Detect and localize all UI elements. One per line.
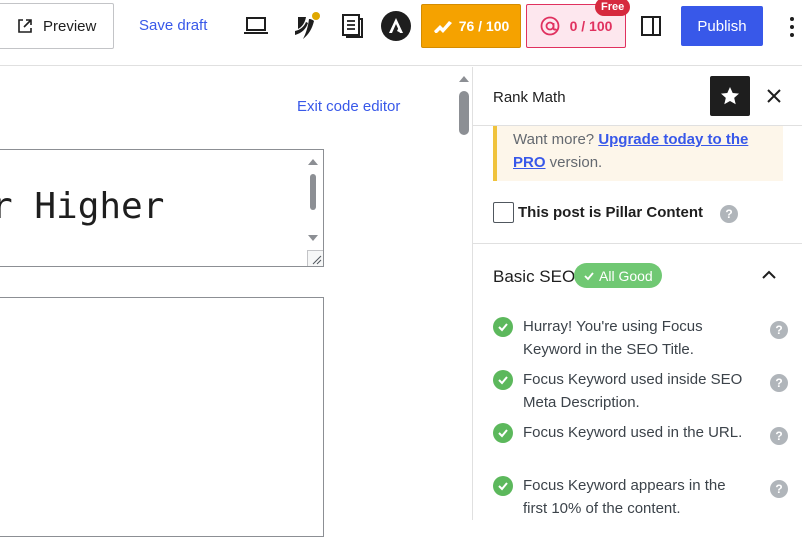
close-icon — [767, 89, 781, 103]
check-icon — [493, 423, 513, 443]
all-good-badge: All Good — [574, 263, 662, 288]
rank-math-score-button[interactable]: 76 / 100 — [421, 4, 521, 48]
resize-handle[interactable] — [307, 250, 323, 266]
sidebar-title: Rank Math — [493, 89, 566, 106]
seo-score: 76 / 100 — [458, 18, 510, 34]
help-icon[interactable]: ? — [770, 374, 788, 392]
post-title-text: r Higher — [0, 186, 165, 227]
rank-math-icon — [433, 21, 452, 33]
upgrade-notice: Want more? Upgrade today to the PRO vers… — [493, 126, 783, 181]
free-badge: Free — [595, 0, 631, 16]
help-icon[interactable]: ? — [770, 480, 788, 498]
code-editor-area: Exit code editor r Higher — [0, 67, 472, 537]
pillar-content-row: This post is Pillar Content — [493, 200, 783, 224]
preview-label: Preview — [43, 17, 97, 35]
close-sidebar-button[interactable] — [762, 84, 786, 108]
star-icon — [721, 87, 739, 105]
sidebar-header: Rank Math — [473, 67, 802, 126]
check-item-text: Focus Keyword used in the URL. — [523, 424, 743, 441]
check-item-text: Focus Keyword used inside SEO Meta Descr… — [523, 371, 743, 411]
yoast-icon[interactable] — [290, 11, 322, 43]
document-icon[interactable] — [338, 12, 366, 40]
editor-toolbar: Preview Save draft 76 / 100 0 / 100 Free… — [0, 0, 802, 66]
publish-button[interactable]: Publish — [681, 6, 763, 46]
divider — [473, 243, 802, 244]
external-link-icon — [18, 19, 32, 33]
title-scrollbar[interactable] — [307, 154, 319, 262]
kebab-icon[interactable] — [786, 15, 798, 39]
pillar-content-label: This post is Pillar Content — [518, 203, 704, 221]
help-icon[interactable]: ? — [770, 427, 788, 445]
help-icon[interactable]: ? — [770, 321, 788, 339]
laptop-icon[interactable] — [242, 14, 270, 38]
content-ai-icon — [540, 16, 559, 36]
help-icon[interactable]: ? — [720, 205, 738, 223]
content-ai-score: 0 / 100 — [569, 18, 613, 34]
preview-button[interactable]: Preview — [0, 3, 114, 49]
basic-seo-title[interactable]: Basic SEO — [493, 267, 575, 287]
check-icon — [493, 317, 513, 337]
chevron-up-icon[interactable] — [761, 267, 777, 283]
post-content-textarea[interactable] — [0, 297, 324, 537]
notice-prefix: Want more? — [513, 131, 599, 148]
post-title-textarea[interactable]: r Higher — [0, 149, 324, 267]
check-icon — [493, 370, 513, 390]
astra-icon[interactable] — [380, 10, 412, 42]
all-good-label: All Good — [599, 267, 653, 284]
save-draft-button[interactable]: Save draft — [139, 17, 207, 34]
exit-code-editor-button[interactable]: Exit code editor — [297, 98, 400, 115]
check-icon — [584, 271, 594, 280]
editor-scrollbar[interactable] — [457, 71, 471, 520]
check-item-text: Focus Keyword appears in the first 10% o… — [523, 477, 726, 517]
check-icon — [493, 476, 513, 496]
sidebar-toggle-icon[interactable] — [638, 14, 664, 38]
pillar-content-checkbox[interactable] — [493, 201, 514, 223]
notice-suffix: version. — [545, 154, 603, 171]
rank-math-sidebar: Rank Math Want more? Upgrade today to th… — [472, 67, 802, 520]
pin-star-button[interactable] — [710, 76, 750, 116]
check-item-text: Hurray! You're using Focus Keyword in th… — [523, 318, 703, 358]
